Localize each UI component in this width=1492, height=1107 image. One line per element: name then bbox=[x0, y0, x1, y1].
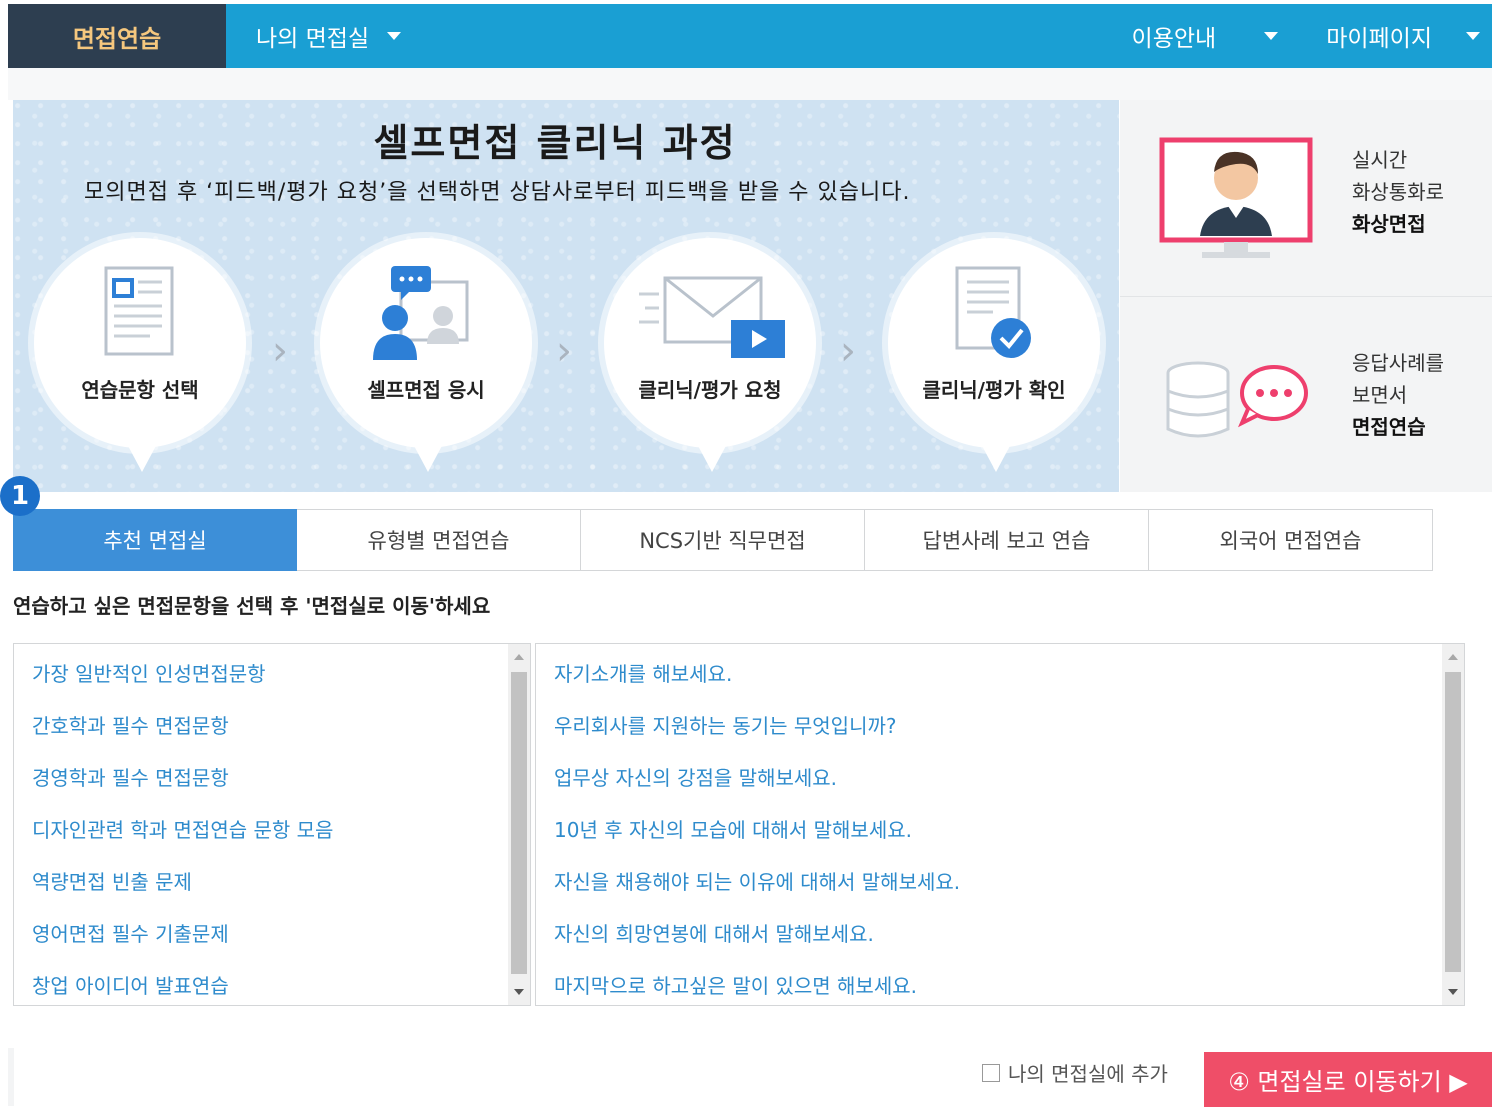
question-item[interactable]: 자신을 채용해야 되는 이유에 대해서 말해보세요. bbox=[554, 866, 960, 895]
answer-examples-text: 응답사례를 보면서 면접연습 bbox=[1352, 347, 1444, 443]
chevron-down-icon bbox=[1264, 32, 1279, 40]
chevron-down-icon bbox=[1466, 32, 1480, 40]
step-label: 클리닉/평가 요청 bbox=[638, 378, 782, 402]
document-icon bbox=[104, 266, 174, 356]
question-item[interactable]: 자신의 희망연봉에 대해서 말해보세요. bbox=[554, 918, 874, 947]
step-label: 셀프면접 응시 bbox=[367, 378, 485, 402]
nav-my-interview-room[interactable]: 나의 면접실 bbox=[256, 4, 402, 68]
scroll-up-icon[interactable] bbox=[514, 654, 524, 660]
question-list[interactable]: 자기소개를 해보세요. 우리회사를 지원하는 동기는 무엇입니까? 업무상 자신… bbox=[535, 643, 1465, 1006]
scrollbar-thumb[interactable] bbox=[511, 672, 527, 974]
nav-mypage-label: 마이페이지 bbox=[1326, 26, 1432, 52]
video-bold: 화상면접 bbox=[1352, 212, 1426, 236]
side-panel: 실시간 화상통화로 화상면접 응답사례를 보면서 면접연습 bbox=[1120, 100, 1492, 492]
answer-examples-promo[interactable]: 응답사례를 보면서 면접연습 bbox=[1120, 297, 1492, 492]
video-line2: 화상통화로 bbox=[1352, 180, 1444, 204]
category-scrollbar[interactable] bbox=[508, 644, 530, 1005]
examples-line1: 응답사례를 bbox=[1352, 351, 1444, 375]
category-item[interactable]: 간호학과 필수 면접문항 bbox=[32, 710, 229, 739]
tab-type-practice[interactable]: 유형별 면접연습 bbox=[297, 509, 581, 571]
nav-my-room-label: 나의 면접실 bbox=[256, 26, 370, 52]
question-item[interactable]: 자기소개를 해보세요. bbox=[554, 658, 732, 687]
banner-subtitle: 모의면접 후 ‘피드백/평가 요청’을 선택하면 상담사로부터 피드백을 받을 … bbox=[84, 180, 911, 205]
nav-home-interview-practice[interactable]: 면접연습 bbox=[8, 4, 226, 68]
scrollbar-thumb[interactable] bbox=[1445, 672, 1461, 972]
banner-title: 셀프면접 클리닉 과정 bbox=[373, 121, 737, 165]
practice-tabs: 추천 면접실 유형별 면접연습 NCS기반 직무면접 답변사례 보고 연습 외국… bbox=[13, 509, 1433, 571]
examples-bold: 면접연습 bbox=[1352, 415, 1426, 439]
step-number-badge: 1 bbox=[0, 476, 40, 516]
interview-people-icon bbox=[373, 266, 469, 360]
nav-guide[interactable]: 이용안내 bbox=[1132, 4, 1279, 68]
document-check-icon bbox=[955, 266, 1031, 358]
bottom-left-strip bbox=[8, 1048, 14, 1106]
go-to-interview-room-button[interactable]: ④ 면접실로 이동하기 ▶ bbox=[1204, 1052, 1492, 1107]
chevron-right-icon: › bbox=[556, 328, 572, 374]
tab-recommended-room[interactable]: 추천 면접실 bbox=[13, 509, 297, 571]
category-item[interactable]: 디자인관련 학과 면접연습 문항 모음 bbox=[32, 814, 333, 843]
question-scrollbar[interactable] bbox=[1442, 644, 1464, 1005]
question-item[interactable]: 마지막으로 하고싶은 말이 있으면 해보세요. bbox=[554, 970, 917, 999]
question-item[interactable]: 10년 후 자신의 모습에 대해서 말해보세요. bbox=[554, 814, 912, 843]
examples-line2: 보면서 bbox=[1352, 383, 1408, 407]
step-label: 연습문항 선택 bbox=[81, 378, 199, 402]
add-to-my-room-label: 나의 면접실에 추가 bbox=[1008, 1062, 1168, 1086]
instruction-text: 연습하고 싶은 면접문항을 선택 후 '면접실로 이동'하세요 bbox=[13, 594, 491, 618]
sub-bar bbox=[8, 68, 1492, 100]
tab-foreign-language[interactable]: 외국어 면접연습 bbox=[1149, 509, 1433, 571]
category-item[interactable]: 영어면접 필수 기출문제 bbox=[32, 918, 229, 947]
video-interview-promo[interactable]: 실시간 화상통화로 화상면접 bbox=[1120, 100, 1492, 296]
video-interview-text: 실시간 화상통화로 화상면접 bbox=[1352, 144, 1444, 240]
question-item[interactable]: 우리회사를 지원하는 동기는 무엇입니까? bbox=[554, 710, 897, 739]
category-item[interactable]: 창업 아이디어 발표연습 bbox=[32, 970, 229, 999]
top-navigation: 면접연습 나의 면접실 이용안내 마이페이지 bbox=[8, 4, 1492, 68]
tab-ncs-job-interview[interactable]: NCS기반 직무면접 bbox=[581, 509, 865, 571]
add-to-my-room[interactable]: 나의 면접실에 추가 bbox=[982, 1058, 1168, 1087]
step-self-interview: 셀프면접 응시 bbox=[320, 238, 532, 472]
database-chat-icon bbox=[1166, 361, 1308, 438]
step-check-clinic: 클리닉/평가 확인 bbox=[888, 238, 1100, 472]
category-item[interactable]: 경영학과 필수 면접문항 bbox=[32, 762, 229, 791]
scroll-up-icon[interactable] bbox=[1448, 654, 1458, 660]
nav-mypage[interactable]: 마이페이지 bbox=[1326, 4, 1480, 68]
step-label: 클리닉/평가 확인 bbox=[922, 378, 1066, 402]
question-item[interactable]: 업무상 자신의 강점을 말해보세요. bbox=[554, 762, 837, 791]
category-list[interactable]: 가장 일반적인 인성면접문항 간호학과 필수 면접문항 경영학과 필수 면접문항… bbox=[13, 643, 531, 1006]
add-to-my-room-checkbox[interactable] bbox=[982, 1063, 1000, 1082]
step-request-clinic: 클리닉/평가 요청 bbox=[604, 238, 816, 472]
chevron-down-icon bbox=[387, 32, 402, 40]
scroll-down-icon[interactable] bbox=[514, 989, 524, 995]
nav-guide-label: 이용안내 bbox=[1131, 26, 1217, 52]
category-item[interactable]: 가장 일반적인 인성면접문항 bbox=[32, 658, 266, 687]
scroll-down-icon[interactable] bbox=[1448, 989, 1458, 995]
chevron-right-icon: › bbox=[840, 328, 856, 374]
video-line1: 실시간 bbox=[1352, 148, 1408, 172]
chevron-right-icon: › bbox=[272, 328, 288, 374]
tab-answer-examples[interactable]: 답변사례 보고 연습 bbox=[865, 509, 1149, 571]
category-item[interactable]: 역량면접 빈출 문제 bbox=[32, 866, 192, 895]
step-select-question: 연습문항 선택 bbox=[34, 238, 246, 472]
video-monitor-icon bbox=[1159, 137, 1313, 258]
envelope-video-icon bbox=[639, 276, 785, 358]
